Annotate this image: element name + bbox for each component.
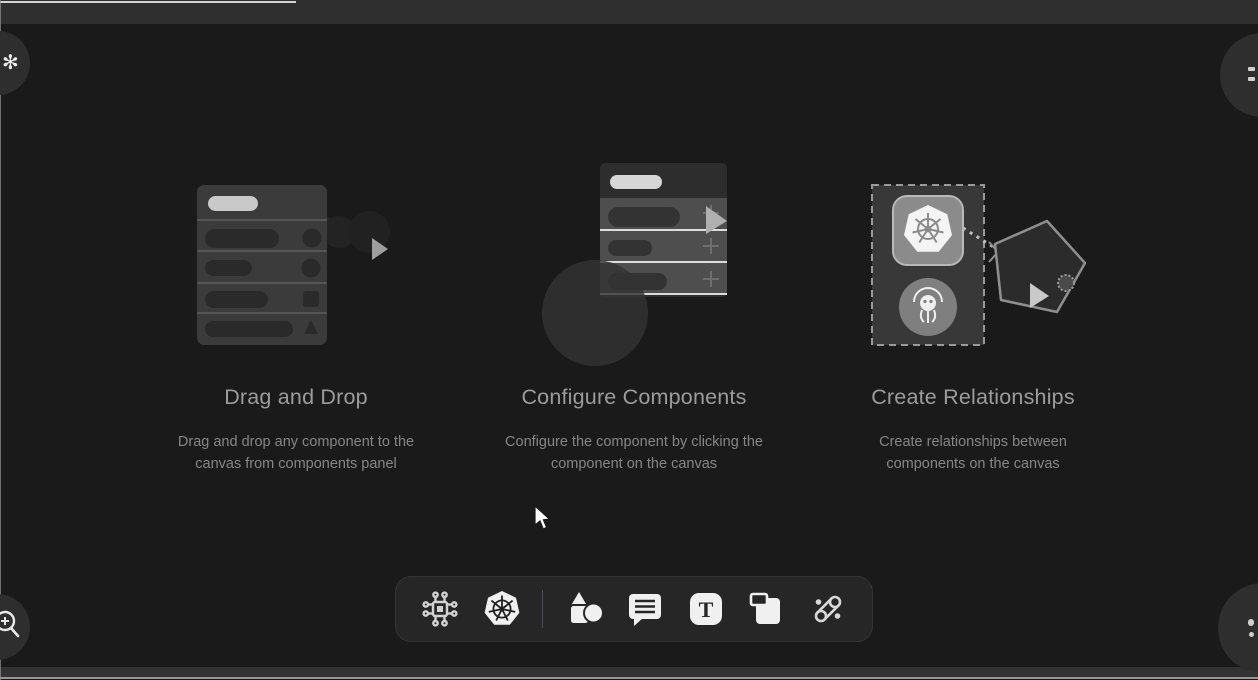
bottom-edge-line (0, 677, 1258, 679)
top-bar (0, 0, 1258, 24)
note-icon (748, 591, 786, 627)
partial-icon (1248, 619, 1254, 626)
bottom-bar (0, 667, 1258, 677)
kubernetes-icon (481, 588, 521, 630)
right-bottom-edge-button[interactable] (1218, 583, 1258, 673)
card-title-create-relationships: Create Relationships (823, 385, 1123, 410)
note-button[interactable] (747, 589, 787, 629)
left-edge-line (0, 0, 1, 680)
text-icon: T (688, 591, 724, 627)
kubernetes-components-button[interactable] (481, 589, 521, 629)
comment-button[interactable] (625, 589, 665, 629)
text-button[interactable]: T (686, 589, 726, 629)
mouse-cursor (533, 505, 553, 531)
card-desc-drag-and-drop: Drag and drop any component to the canva… (161, 431, 431, 475)
zoom-in-button[interactable] (0, 594, 30, 660)
partial-icon (1248, 67, 1255, 71)
canvas-toolbar: T (395, 576, 873, 642)
components-circuit-button[interactable] (420, 589, 460, 629)
card-title-drag-and-drop: Drag and Drop (156, 385, 436, 410)
card-desc-configure-components: Configure the component by clicking the … (484, 431, 784, 475)
shapes-button[interactable] (564, 589, 604, 629)
configure-components-illustration (484, 150, 784, 370)
progress-line (0, 1, 296, 3)
gear-icon (1058, 275, 1074, 291)
card-desc-create-relationships: Create relationships between components … (843, 431, 1103, 475)
create-relationships-illustration (850, 150, 1150, 370)
design-canvas[interactable]: ✻ (0, 0, 1258, 680)
shapes-icon (564, 590, 604, 628)
zoom-in-icon (0, 594, 30, 660)
card-title-configure-components: Configure Components (484, 385, 784, 410)
flower-icon: ✻ (2, 53, 19, 73)
open-components-panel-button[interactable]: ✻ (0, 31, 30, 95)
svg-text:T: T (699, 597, 714, 622)
drag-and-drop-illustration (156, 150, 446, 360)
link-icon (809, 590, 847, 628)
circuit-icon (421, 590, 459, 628)
comment-icon (626, 591, 664, 627)
toolbar-divider (542, 590, 543, 628)
right-top-edge-button[interactable] (1220, 33, 1258, 117)
relationship-link-button[interactable] (808, 589, 848, 629)
